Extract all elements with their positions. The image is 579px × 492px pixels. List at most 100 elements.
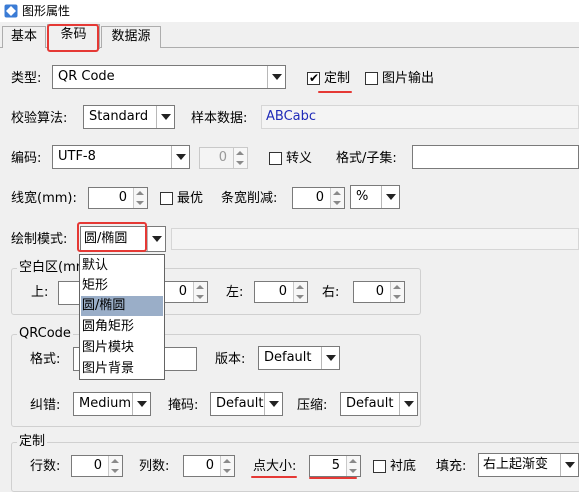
background-checkbox[interactable] — [373, 460, 386, 473]
line-width-spinner[interactable]: 0 — [88, 187, 148, 209]
check-algorithm-select[interactable]: Standard — [83, 105, 175, 129]
app-icon — [4, 4, 18, 18]
bar-reduction-spinner[interactable]: 0 — [292, 187, 345, 209]
annotation-underline-custom — [318, 91, 352, 93]
encoding-spinner[interactable]: 0 — [199, 147, 248, 169]
custom-group-title: 定制 — [17, 434, 48, 450]
qr-compress-label: 压缩: — [297, 398, 328, 413]
type-label: 类型: — [11, 71, 42, 86]
qr-ec-value: Medium — [79, 396, 131, 411]
dropdown-item-image-background[interactable]: 图片背景 — [81, 359, 163, 379]
sample-data-value: ABCabc — [266, 109, 317, 124]
rows-value: 0 — [93, 458, 102, 473]
qr-ec-label: 纠错: — [30, 398, 61, 413]
bar-reduction-value: 0 — [315, 190, 324, 205]
quiet-bottom-value: 0 — [178, 284, 187, 299]
quiet-right-spinner[interactable]: 0 — [353, 281, 405, 303]
quiet-right-value: 0 — [375, 284, 384, 299]
image-output-checkbox[interactable] — [365, 72, 378, 85]
draw-mode-value: 圆/椭圆 — [84, 231, 128, 246]
line-width-value: 0 — [118, 190, 127, 205]
spin-arrows[interactable] — [346, 456, 360, 476]
dot-size-spinner[interactable]: 5 — [309, 455, 361, 477]
dot-size-value: 5 — [331, 458, 340, 473]
image-output-label: 图片输出 — [382, 71, 435, 86]
fill-value: 右上起渐变 — [483, 457, 549, 472]
fill-select[interactable]: 右上起渐变 — [478, 453, 579, 477]
optimal-label: 最优 — [177, 191, 204, 206]
format-subset-field[interactable] — [412, 145, 579, 169]
spin-arrows[interactable] — [330, 188, 344, 208]
chevron-down-icon[interactable] — [147, 227, 165, 251]
background-label: 衬底 — [390, 459, 417, 474]
encoding-spinner-value: 0 — [218, 150, 227, 165]
type-value: QR Code — [58, 69, 115, 84]
cols-spinner[interactable]: 0 — [183, 455, 235, 477]
chevron-down-icon[interactable] — [321, 347, 339, 369]
spin-arrows[interactable] — [293, 282, 307, 302]
quiet-top-field[interactable] — [58, 281, 80, 305]
qr-compress-value: Default — [346, 396, 394, 411]
dropdown-item-default[interactable]: 默认 — [81, 256, 163, 276]
draw-mode-label: 绘制模式: — [11, 232, 68, 247]
chevron-down-icon[interactable] — [560, 454, 578, 476]
checkmark-icon: ✔ — [308, 71, 320, 85]
format-subset-label: 格式/子集: — [336, 151, 397, 166]
cols-value: 0 — [205, 458, 214, 473]
annotation-underline-dot-value — [309, 477, 357, 479]
qr-version-select[interactable]: Default — [258, 346, 340, 370]
quiet-left-spinner[interactable]: 0 — [254, 281, 308, 303]
rows-spinner[interactable]: 0 — [71, 455, 123, 477]
chevron-down-icon[interactable] — [156, 106, 174, 128]
bar-reduction-label: 条宽削减: — [221, 191, 278, 206]
draw-mode-select[interactable]: 圆/椭圆 — [80, 226, 166, 252]
quiet-left-label: 左: — [226, 285, 244, 300]
chevron-down-icon[interactable] — [399, 393, 417, 415]
draw-mode-dropdown: 默认 矩形 圆/椭圆 圆角矩形 图片模块 图片背景 — [79, 254, 165, 380]
chevron-down-icon[interactable] — [264, 393, 282, 415]
chevron-down-icon[interactable] — [132, 393, 150, 415]
custom-checkbox[interactable]: ✔ — [307, 71, 320, 85]
chevron-down-icon[interactable] — [171, 146, 189, 168]
custom-label: 定制 — [324, 71, 351, 86]
quiet-right-label: 右: — [322, 285, 340, 300]
window-title: 图形属性 — [22, 4, 71, 18]
unit-select[interactable]: % — [350, 185, 400, 209]
encoding-label: 编码: — [11, 151, 42, 166]
type-select[interactable]: QR Code — [52, 65, 286, 89]
escape-checkbox[interactable] — [269, 152, 282, 165]
qr-version-value: Default — [264, 350, 312, 365]
fill-label: 填充: — [436, 459, 467, 474]
tab-barcode[interactable]: 条码 — [47, 24, 100, 49]
spin-arrows[interactable] — [233, 148, 247, 168]
qr-mask-select[interactable]: Default — [210, 392, 283, 416]
dropdown-item-rectangle[interactable]: 矩形 — [81, 276, 163, 296]
spin-arrows[interactable] — [133, 188, 147, 208]
line-width-label: 线宽(mm): — [11, 191, 77, 206]
check-algorithm-label: 校验算法: — [11, 111, 68, 126]
spin-arrows[interactable] — [193, 282, 207, 302]
qr-compress-select[interactable]: Default — [340, 392, 418, 416]
tab-basic[interactable]: 基本 — [2, 26, 46, 48]
spin-arrows[interactable] — [220, 456, 234, 476]
rows-label: 行数: — [30, 459, 61, 474]
encoding-value: UTF-8 — [58, 149, 96, 164]
qr-version-label: 版本: — [215, 352, 246, 367]
dot-size-label: 点大小: — [253, 459, 297, 474]
qrcode-title: QRCode — [17, 326, 73, 342]
sample-data-label: 样本数据: — [191, 111, 248, 126]
optimal-checkbox[interactable] — [160, 192, 173, 205]
qr-ec-select[interactable]: Medium — [73, 392, 151, 416]
chevron-down-icon[interactable] — [381, 186, 399, 208]
encoding-select[interactable]: UTF-8 — [52, 145, 190, 169]
dropdown-item-image-module[interactable]: 图片模块 — [81, 338, 163, 358]
chevron-down-icon[interactable] — [267, 66, 285, 88]
spin-arrows[interactable] — [390, 282, 404, 302]
spin-arrows[interactable] — [108, 456, 122, 476]
draw-mode-image-path — [171, 228, 579, 250]
tab-datasource[interactable]: 数据源 — [101, 26, 161, 48]
escape-label: 转义 — [286, 151, 313, 166]
sample-data-field[interactable]: ABCabc — [261, 105, 579, 129]
dropdown-item-circle[interactable]: 圆/椭圆 — [81, 296, 163, 316]
dropdown-item-rounded-rect[interactable]: 圆角矩形 — [81, 317, 163, 337]
